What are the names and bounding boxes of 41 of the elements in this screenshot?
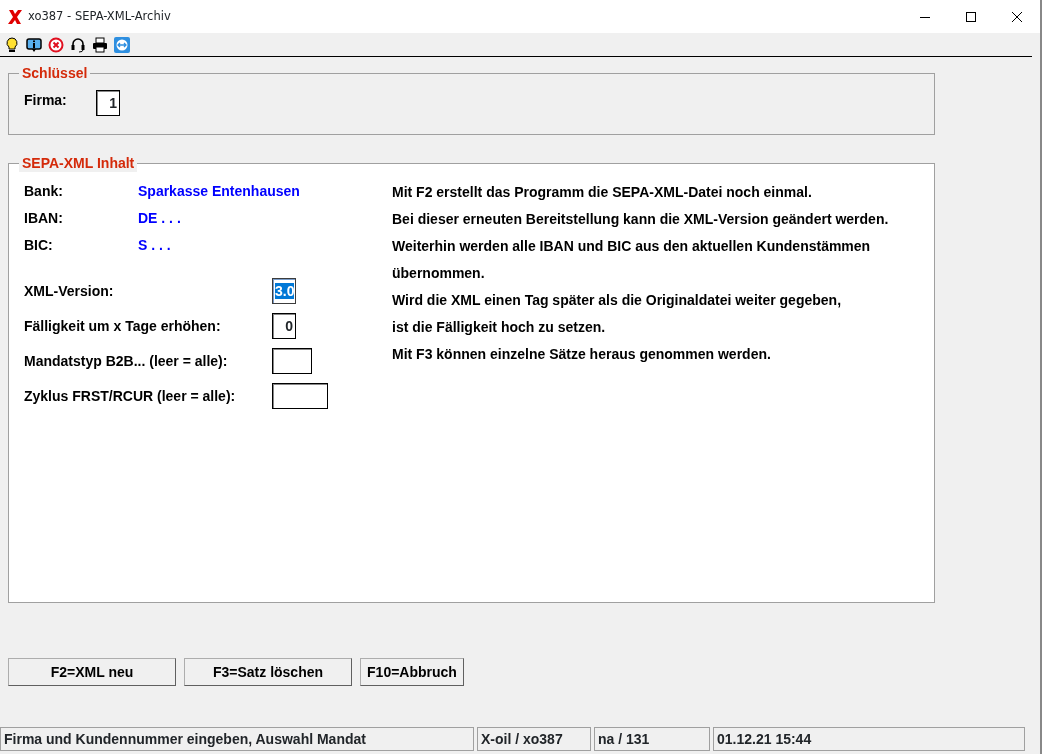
status-text: na / 131: [594, 727, 710, 751]
field-label: Mandatstyp B2B... (leer = alle):: [24, 352, 229, 371]
input-field[interactable]: [272, 383, 328, 409]
remote-connection-icon[interactable]: [114, 36, 130, 53]
field-label: Fälligkeit um x Tage erhöhen:: [24, 317, 222, 336]
field-label: Bank:: [24, 182, 64, 201]
input-field[interactable]: 1: [96, 90, 120, 116]
field-value: Sparkasse Entenhausen: [138, 182, 300, 201]
field-label: XML-Version:: [24, 282, 115, 301]
info-text: Mit F3 können einzelne Sätze heraus genommen werden.: [392, 345, 772, 364]
input-field[interactable]: 0: [272, 313, 296, 339]
input-field[interactable]: [272, 348, 312, 374]
info-text: Weiterhin werden alle IBAN und BIC aus den aktuellen Kundenstämmen: [392, 237, 872, 256]
status-text: 01.12.21 15:44: [713, 727, 1025, 751]
field-value: DE . . .: [138, 209, 181, 228]
function-button[interactable]: F3=Satz löschen: [184, 658, 352, 686]
window-title: xo387 - SEPA-XML-Archiv: [28, 7, 171, 25]
info-text: übernommen.: [392, 264, 486, 283]
status-text: X-oil / xo387: [477, 727, 591, 751]
status-text: Firma und Kundennummer eingeben, Auswahl Mandat: [0, 727, 474, 751]
function-button[interactable]: F10=Abbruch: [360, 658, 464, 686]
close-icon[interactable]: [1012, 11, 1022, 22]
field-value: S . . .: [138, 236, 171, 255]
input-field[interactable]: 3.0: [272, 278, 296, 304]
field-label: Zyklus FRST/RCUR (leer = alle):: [24, 387, 237, 406]
info-text: Bei dieser erneuten Bereitstellung kann die XML-Version geändert werden.: [392, 210, 889, 229]
info-text: ist die Fälligkeit hoch zu setzen.: [392, 318, 607, 337]
field-label: IBAN:: [24, 209, 64, 228]
cancel-icon[interactable]: [48, 36, 64, 53]
field-label: Firma:: [24, 91, 68, 110]
info-text: Wird die XML einen Tag später als die Originaldatei weiter gegeben,: [392, 291, 843, 310]
info-icon[interactable]: [26, 36, 42, 53]
app-logo-icon: [8, 8, 22, 25]
printer-icon[interactable]: [92, 36, 108, 53]
bulb-icon[interactable]: [4, 36, 20, 53]
group-title: SEPA-XML Inhalt: [19, 155, 138, 172]
headset-icon[interactable]: [70, 36, 86, 53]
info-text: Mit F2 erstellt das Programm die SEPA-XML-Datei noch einmal.: [392, 183, 813, 202]
maximize-icon[interactable]: [966, 11, 976, 22]
field-label: BIC:: [24, 236, 54, 255]
function-button[interactable]: F2=XML neu: [8, 658, 176, 686]
